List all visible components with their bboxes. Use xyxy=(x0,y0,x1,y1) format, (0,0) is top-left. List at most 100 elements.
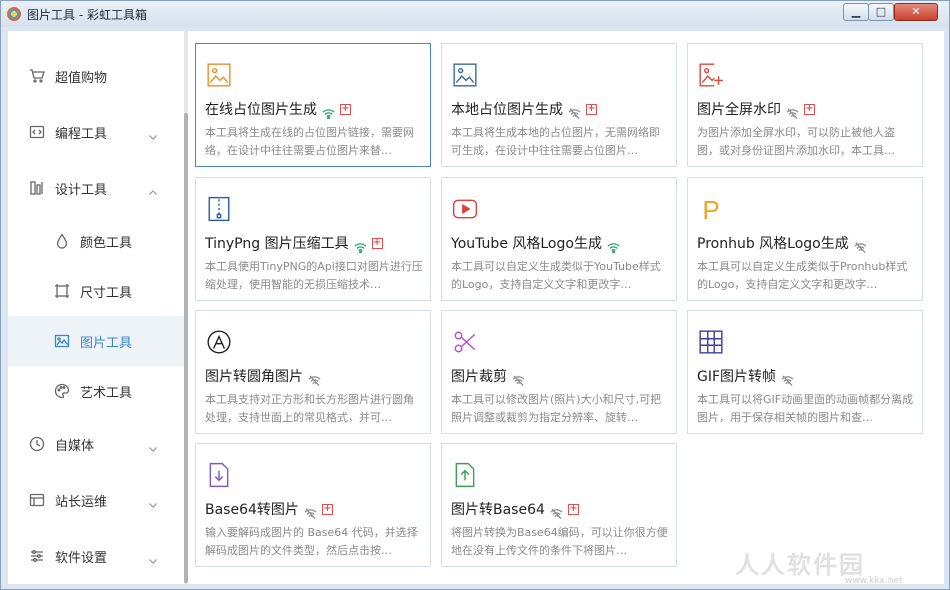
round-corner-icon xyxy=(206,329,232,355)
tool-description: 输入要解码成图片的 Base64 代码，并选择解码成图片的文件类型，然后点击按… xyxy=(205,524,423,560)
sidebar-item[interactable]: 自媒体 xyxy=(8,419,184,469)
tool-card[interactable]: Base64转图片 + 输入要解码成图片的 Base64 代码，并选择解码成图片的文… xyxy=(195,443,431,567)
title-bar[interactable]: 图片工具 - 彩虹工具箱 ▁ □ ✕ xyxy=(1,1,949,27)
tool-title: 图片转圆角图片 xyxy=(205,366,303,386)
offline-capable-icon xyxy=(308,371,321,382)
tool-card[interactable]: 本地占位图片生成 + 本工具将生成本地的占位图片，无需网络即可生成，在设计中往往需要… xyxy=(441,43,677,167)
tool-title: GIF图片转帧 xyxy=(697,366,776,386)
tool-description: 本工具可以自定义生成类似于YouTube样式的Logo，支持自定义文字和更改字… xyxy=(451,258,669,294)
tool-title-row: 在线占位图片生成 + xyxy=(205,99,351,119)
sidebar-item-label: 颜色工具 xyxy=(80,232,132,251)
tool-title: Pronhub 风格Logo生成 xyxy=(697,233,849,253)
sidebar-item[interactable]: 软件设置 xyxy=(8,531,184,581)
tool-title-row: Base64转图片 + xyxy=(205,499,333,519)
tool-card[interactable]: 在线占位图片生成 + 本工具将生成在线的占位图片链接，需要网络，在设计中往往需要占位… xyxy=(195,43,431,167)
tool-title-row: 图片裁剪 xyxy=(451,366,525,386)
offline-capable-icon xyxy=(568,104,581,115)
sidebar-item[interactable]: 超值购物 xyxy=(8,51,184,101)
sidebar-item[interactable]: 设计工具 xyxy=(8,163,184,213)
tool-title: 本地占位图片生成 xyxy=(451,99,563,119)
tool-title-row: TinyPng 图片压缩工具 + xyxy=(205,233,383,253)
image-add-icon xyxy=(698,62,724,88)
sidebar-item[interactable]: 编程工具 xyxy=(8,107,184,157)
app-logo-icon xyxy=(7,7,21,21)
tool-title: TinyPng 图片压缩工具 xyxy=(205,233,349,253)
maximize-button[interactable]: □ xyxy=(868,3,894,21)
tool-card[interactable]: 图片全屏水印 + 为图片添加全屏水印，可以防止被他人盗图，或对身份证图片添加水印，本… xyxy=(687,43,923,167)
youtube-icon xyxy=(452,196,478,222)
sidebar-scrollbar-thumb[interactable] xyxy=(184,113,188,583)
code-icon xyxy=(29,124,45,140)
offline-capable-icon xyxy=(304,504,317,515)
tool-title: Base64转图片 xyxy=(205,499,299,519)
sidebar-item[interactable]: 站长运维 xyxy=(8,475,184,525)
sidebar-item[interactable]: 图片工具 xyxy=(8,316,184,366)
tool-title-row: 图片转Base64 + xyxy=(451,499,579,519)
sidebar-item-label: 站长运维 xyxy=(55,491,107,510)
zip-file-icon xyxy=(206,196,232,222)
sidebar-item[interactable]: 颜色工具 xyxy=(8,216,184,266)
cart-icon xyxy=(29,68,45,84)
tool-card[interactable]: TinyPng 图片压缩工具 + 本工具使用TinyPNG的Api接口对图片进行压缩… xyxy=(195,177,431,301)
network-required-icon xyxy=(322,104,335,115)
tool-description: 本工具使用TinyPNG的Api接口对图片进行压缩处理，使用智能的无损压缩技术… xyxy=(205,258,423,294)
add-favorite-icon[interactable]: + xyxy=(372,238,383,249)
tool-description: 本工具将生成在线的占位图片链接，需要网络，在设计中往往需要占位图片来替… xyxy=(205,124,423,160)
add-favorite-icon[interactable]: + xyxy=(340,104,351,115)
watermark-text: 人人软件园 xyxy=(735,545,865,580)
sidebar-item-label: 编程工具 xyxy=(55,123,107,142)
crop-frame-icon xyxy=(54,283,70,299)
offline-capable-icon xyxy=(781,371,794,382)
tool-title-row: Pronhub 风格Logo生成 xyxy=(697,233,867,253)
tool-title-row: YouTube 风格Logo生成 xyxy=(451,233,620,253)
chevron-down-icon[interactable] xyxy=(148,551,158,561)
tool-title-row: GIF图片转帧 xyxy=(697,366,794,386)
tool-title: YouTube 风格Logo生成 xyxy=(451,233,602,253)
chevron-down-icon[interactable] xyxy=(148,495,158,505)
tool-description: 本工具将生成本地的占位图片，无需网络即可生成，在设计中往往需要占位图片… xyxy=(451,124,669,160)
sidebar-item-label: 设计工具 xyxy=(55,179,107,198)
close-button[interactable]: ✕ xyxy=(894,3,938,21)
palette-icon xyxy=(54,383,70,399)
tool-title-row: 本地占位图片生成 + xyxy=(451,99,597,119)
watermark-url: www.kkx.net xyxy=(845,576,903,586)
tool-card[interactable]: 图片转Base64 + 将图片转换为Base64编码，可以让你很方便地在没有上传文件… xyxy=(441,443,677,567)
network-required-icon xyxy=(354,238,367,249)
image-local-icon xyxy=(452,62,478,88)
tool-title: 图片全屏水印 xyxy=(697,99,781,119)
add-favorite-icon[interactable]: + xyxy=(586,104,597,115)
add-favorite-icon[interactable]: + xyxy=(804,104,815,115)
droplet-icon xyxy=(54,233,70,249)
tool-description: 为图片添加全屏水印，可以防止被他人盗图，或对身份证图片添加水印，本工具… xyxy=(697,124,915,160)
chevron-down-icon[interactable] xyxy=(148,127,158,137)
tool-description: 本工具支持对正方形和长方形图片进行圆角处理，支持世面上的常见格式，并可… xyxy=(205,391,423,427)
tool-description: 将图片转换为Base64编码，可以让你很方便地在没有上传文件的条件下将图片… xyxy=(451,524,669,560)
window-title: 图片工具 - 彩虹工具箱 xyxy=(27,6,147,23)
sidebar-item[interactable]: 尺寸工具 xyxy=(8,266,184,316)
chevron-up-icon[interactable] xyxy=(148,183,158,193)
file-upload-icon xyxy=(452,462,478,488)
sidebar: 超值购物编程工具设计工具颜色工具尺寸工具图片工具艺术工具自媒体站长运维软件设置 xyxy=(8,31,184,584)
network-required-icon xyxy=(607,238,620,249)
sidebar-item-label: 软件设置 xyxy=(55,547,107,566)
tool-card[interactable]: YouTube 风格Logo生成本工具可以自定义生成类似于YouTube样式的L… xyxy=(441,177,677,301)
minimize-button[interactable]: ▁ xyxy=(843,3,869,21)
sidebar-item-label: 超值购物 xyxy=(55,67,107,86)
tool-title: 图片转Base64 xyxy=(451,499,545,519)
add-favorite-icon[interactable]: + xyxy=(322,504,333,515)
server-icon xyxy=(29,492,45,508)
add-favorite-icon[interactable]: + xyxy=(568,504,579,515)
media-icon xyxy=(29,436,45,452)
offline-capable-icon xyxy=(854,238,867,249)
tool-card[interactable]: 图片转圆角图片本工具支持对正方形和长方形图片进行圆角处理，支持世面上的常见格式，… xyxy=(195,310,431,434)
tool-card[interactable]: 图片裁剪本工具可以修改图片(照片)大小和尺寸,可把照片调整或裁剪为指定分辨率、旋… xyxy=(441,310,677,434)
chevron-down-icon[interactable] xyxy=(148,439,158,449)
tool-card[interactable]: PPronhub 风格Logo生成本工具可以自定义生成类似于Pronhub样式的… xyxy=(687,177,923,301)
tool-title-row: 图片转圆角图片 xyxy=(205,366,321,386)
sidebar-item[interactable]: 艺术工具 xyxy=(8,366,184,416)
tool-description: 本工具可以修改图片(照片)大小和尺寸,可把照片调整或裁剪为指定分辨率、旋转… xyxy=(451,391,669,427)
tool-card[interactable]: GIF图片转帧本工具可以将GIF动画里面的动画帧都分离成图片，用于保存相关帧的图… xyxy=(687,310,923,434)
grid-icon xyxy=(698,329,724,355)
sidebar-item-label: 自媒体 xyxy=(55,435,94,454)
tool-title: 在线占位图片生成 xyxy=(205,99,317,119)
